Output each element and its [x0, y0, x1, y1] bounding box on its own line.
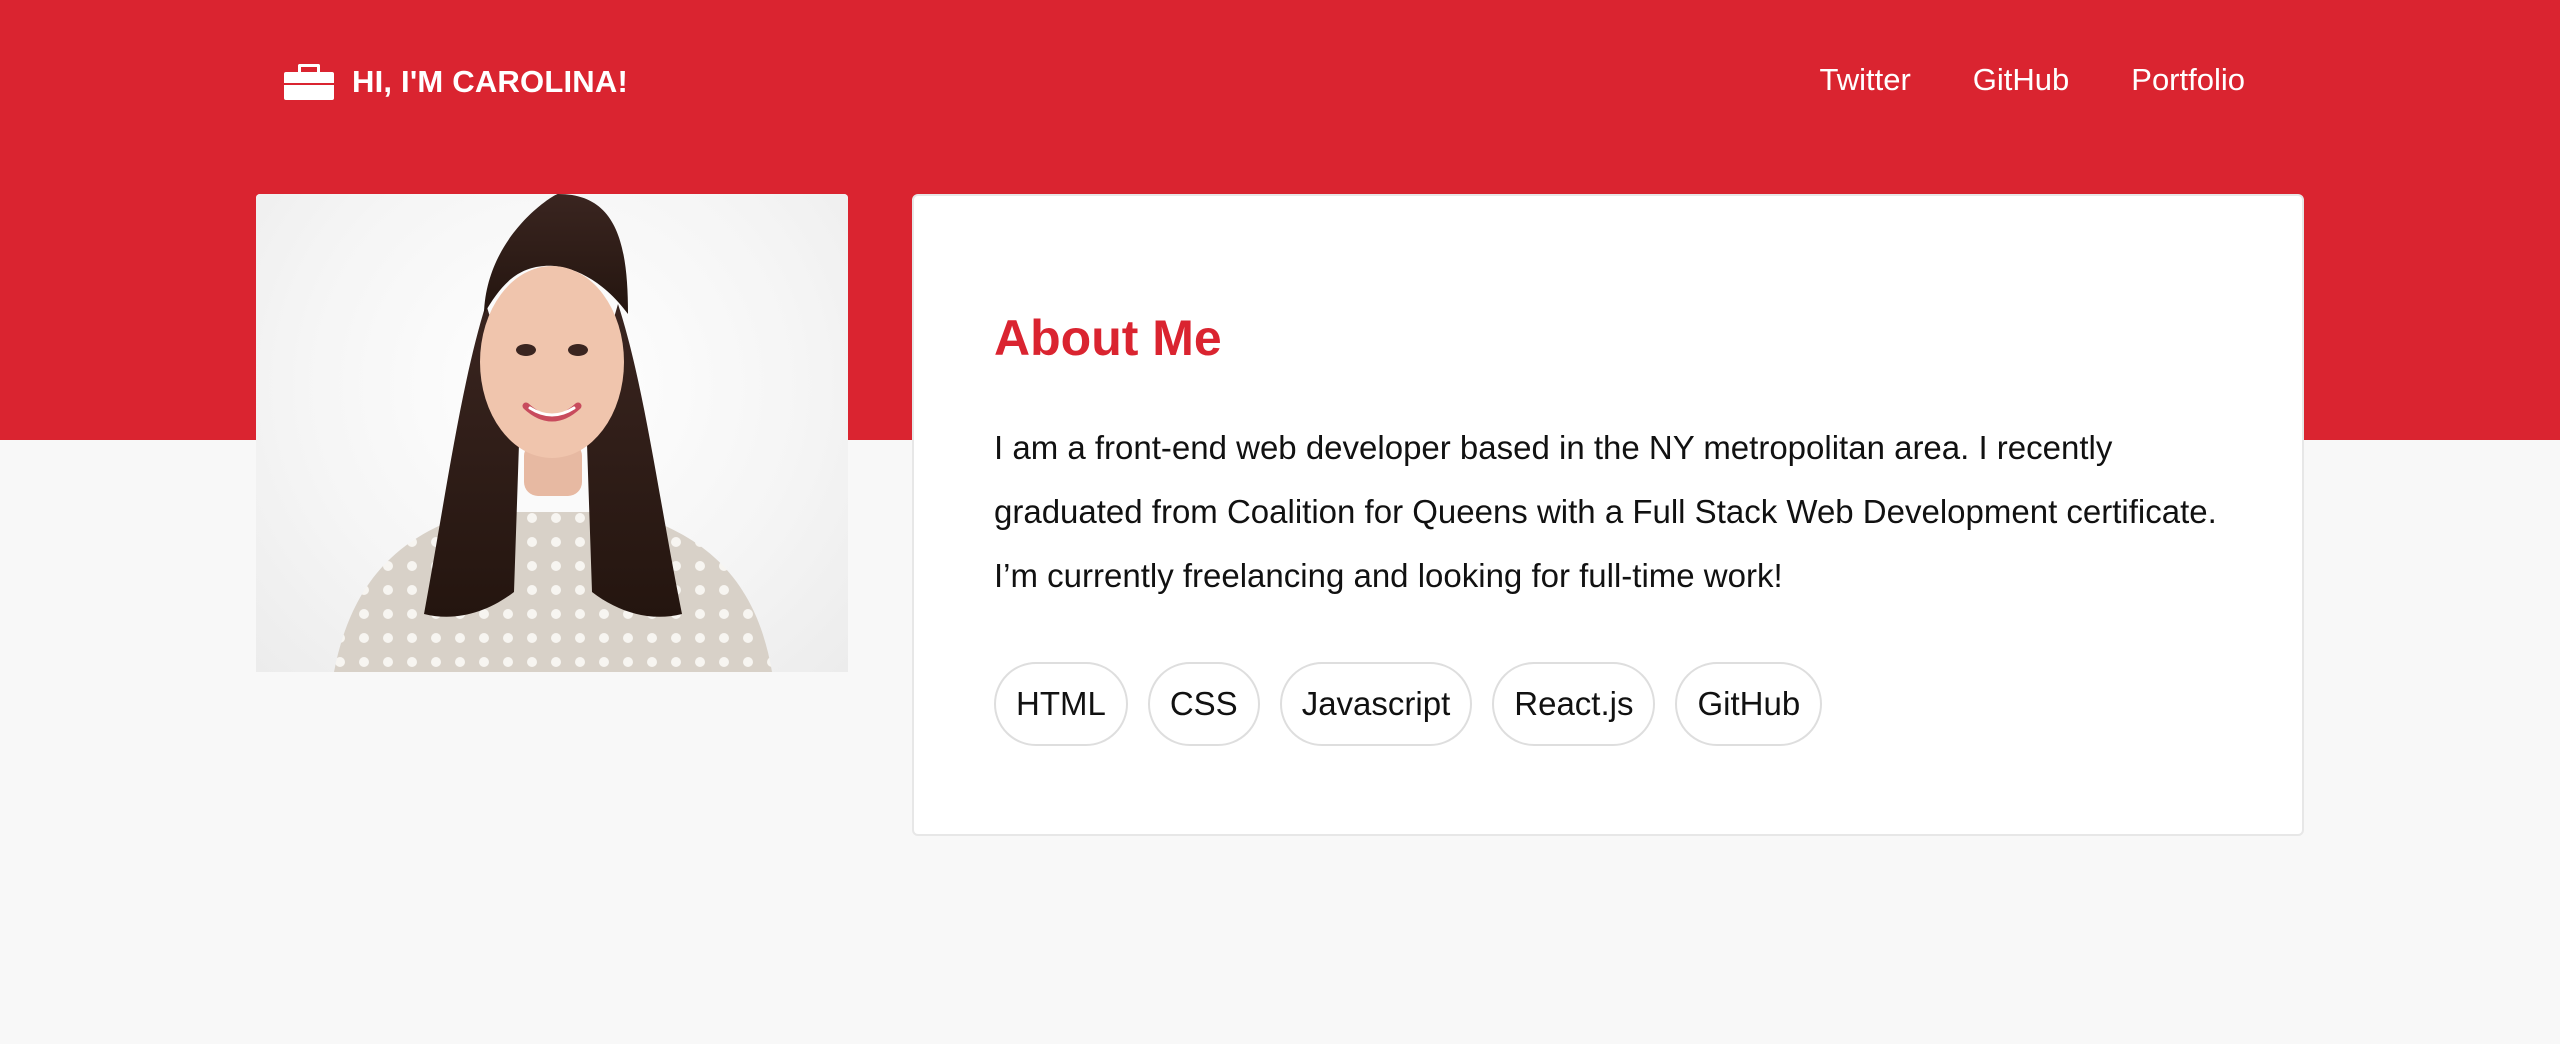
briefcase-icon	[284, 64, 334, 100]
portrait-illustration	[334, 194, 772, 672]
skill-pill-javascript: Javascript	[1279, 662, 1473, 746]
skill-pill-reactjs: React.js	[1492, 662, 1656, 746]
skill-pill-css: CSS	[1147, 662, 1260, 746]
nav-link-twitter[interactable]: Twitter	[1819, 60, 1910, 100]
profile-photo	[256, 194, 848, 672]
about-title: About Me	[994, 310, 1222, 366]
skill-pill-html: HTML	[994, 662, 1128, 746]
about-card: About Me I am a front-end web developer …	[912, 194, 2304, 836]
top-navigation: HI, I'M CAROLINA! Twitter GitHub Portfol…	[0, 0, 2560, 170]
brand-title: HI, I'M CAROLINA!	[352, 64, 628, 99]
nav-link-portfolio[interactable]: Portfolio	[2131, 60, 2245, 100]
about-text: I am a front-end web developer based in …	[994, 429, 2217, 594]
brand-link[interactable]: HI, I'M CAROLINA!	[284, 62, 628, 102]
skills-list: HTML CSS Javascript React.js GitHub	[994, 662, 1823, 746]
nav-links: Twitter GitHub Portfolio	[1819, 60, 2245, 100]
nav-link-github[interactable]: GitHub	[1973, 60, 2069, 100]
skill-pill-github: GitHub	[1675, 662, 1823, 746]
